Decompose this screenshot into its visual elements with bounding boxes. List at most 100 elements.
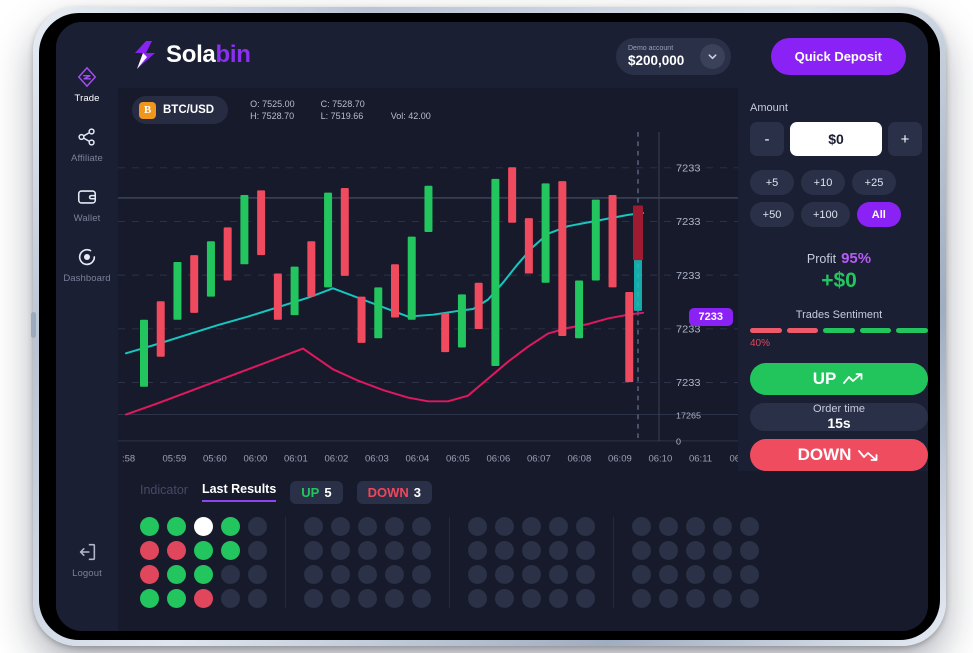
order-time-label: Order time — [813, 403, 865, 415]
y-axis-label: 17265 — [676, 411, 701, 421]
dot-row — [632, 541, 759, 560]
quick-amount-all[interactable]: All — [856, 202, 901, 227]
down-count-value: 3 — [413, 484, 421, 500]
up-button[interactable]: UP — [750, 363, 928, 395]
candle-up — [324, 192, 333, 288]
result-dot — [713, 517, 732, 536]
chart-column: B BTC/USD O: 7525.00 C: 7528.70 H: 7528.… — [118, 88, 738, 471]
result-dot — [358, 565, 377, 584]
logout-icon — [79, 543, 96, 561]
price-chart[interactable]: 7233 7233 7233 7233 7233 17265 0:58 05:59 05:60 0… — [118, 132, 738, 471]
y-axis-label: 7233 — [676, 163, 701, 175]
x-axis-label: 06:02 — [325, 454, 349, 464]
result-dot — [248, 541, 267, 560]
result-dot — [412, 565, 431, 584]
candle-up — [173, 261, 182, 320]
amount-input[interactable] — [790, 122, 882, 156]
candle-up — [140, 319, 148, 387]
quick-amount-25[interactable]: +25 — [852, 170, 896, 195]
profit-amount: +$0 — [821, 269, 857, 292]
account-type-label: Demo account — [628, 44, 674, 52]
dot-row — [140, 589, 267, 608]
result-dot — [194, 517, 213, 536]
sentiment-segment — [750, 328, 782, 333]
result-dot — [740, 541, 759, 560]
result-dot — [686, 541, 705, 560]
result-dot — [740, 589, 759, 608]
result-dot — [740, 517, 759, 536]
sentiment-title: Trades Sentiment — [795, 309, 883, 321]
candle-down — [391, 264, 399, 318]
candle-up — [591, 199, 600, 281]
quick-deposit-button[interactable]: Quick Deposit — [770, 38, 906, 75]
sidebar-item-affiliate[interactable]: Affiliate — [56, 126, 118, 164]
amount-decrement-button[interactable]: - — [750, 122, 784, 156]
brand-name: Solabin — [166, 41, 251, 69]
quick-amount-100[interactable]: +100 — [801, 202, 850, 227]
amount-controls: - + — [750, 122, 928, 156]
y-axis-label: 7233 — [676, 216, 701, 228]
account-selector[interactable]: Demo account $200,000 — [616, 38, 731, 75]
account-balance: $200,000 — [628, 52, 685, 68]
result-dot — [659, 541, 678, 560]
dot-row — [140, 565, 267, 584]
result-dot — [659, 589, 678, 608]
order-time-value: 15s — [827, 415, 851, 431]
sidebar-item-wallet[interactable]: Wallet — [56, 186, 118, 224]
brand-logo[interactable]: Solabin — [132, 40, 251, 70]
sidebar-item-dashboard[interactable]: Dashboard — [56, 246, 118, 284]
sentiment-bar — [750, 328, 928, 333]
sidebar-label-trade: Trade — [74, 93, 100, 104]
dot-row — [468, 589, 595, 608]
candle-up — [575, 280, 584, 339]
chevron-down-icon[interactable] — [700, 44, 725, 69]
result-dot — [632, 517, 651, 536]
quick-amount-10[interactable]: +10 — [801, 170, 845, 195]
ohlc-open: O: 7525.00 — [250, 99, 295, 109]
down-button[interactable]: DOWN — [750, 439, 928, 471]
chart-canvas: 7233 7233 7233 7233 7233 17265 0:58 05:59 05:60 0… — [118, 132, 738, 464]
x-axis-label: 06:08 — [568, 454, 592, 464]
wallet-icon — [77, 190, 97, 204]
tab-indicator[interactable]: Indicator — [140, 483, 188, 501]
candle-down — [307, 241, 316, 297]
down-count-badge[interactable]: DOWN 3 — [356, 480, 432, 504]
result-dot — [549, 565, 568, 584]
candle-down — [625, 292, 634, 383]
quick-amount-50[interactable]: +50 — [750, 202, 794, 227]
sidebar: Trade Affiliate Wallet Dashboard Logout — [56, 22, 118, 631]
dot-group — [449, 517, 613, 608]
tablet-side-button[interactable] — [31, 312, 36, 338]
result-dot — [248, 565, 267, 584]
result-dot — [576, 517, 595, 536]
sidebar-label-wallet: Wallet — [73, 213, 101, 224]
tab-last-results[interactable]: Last Results — [201, 482, 277, 502]
result-dot — [495, 541, 514, 560]
quick-amount-5[interactable]: +5 — [750, 170, 794, 195]
ohlc-low: L: 7519.66 — [320, 111, 364, 121]
candle-down — [508, 167, 517, 223]
main-area: Solabin Demo account $200,000 Quick Depo… — [118, 22, 928, 631]
candle-up — [457, 294, 466, 348]
trade-panel: Amount - + +5 +10 +25 +50 +100 All — [738, 88, 928, 471]
x-axis-label: 06:00 — [244, 454, 268, 464]
ohlc-high: H: 7528.70 — [250, 111, 295, 121]
x-axis-label: 06:06 — [487, 454, 511, 464]
up-count-badge[interactable]: UP 5 — [290, 480, 343, 504]
x-axis-label: 06:11 — [689, 454, 712, 464]
x-axis-label: 06:07 — [527, 454, 551, 464]
symbol-selector[interactable]: B BTC/USD — [132, 96, 229, 124]
result-dot — [140, 565, 159, 584]
candle-down — [223, 227, 232, 281]
result-dot — [221, 541, 240, 560]
sentiment-segment — [823, 328, 855, 333]
amount-increment-button[interactable]: + — [888, 122, 922, 156]
sidebar-item-logout[interactable]: Logout — [56, 541, 118, 579]
up-count-label: UP — [301, 484, 320, 500]
result-dot — [221, 589, 240, 608]
order-time-selector[interactable]: Order time 15s — [750, 402, 928, 432]
results-panel: Indicator Last Results UP 5 DOWN 3 — [118, 471, 928, 631]
result-dot — [140, 517, 159, 536]
sidebar-item-trade[interactable]: Trade — [56, 66, 118, 104]
x-axis-label: 06:09 — [608, 454, 632, 464]
